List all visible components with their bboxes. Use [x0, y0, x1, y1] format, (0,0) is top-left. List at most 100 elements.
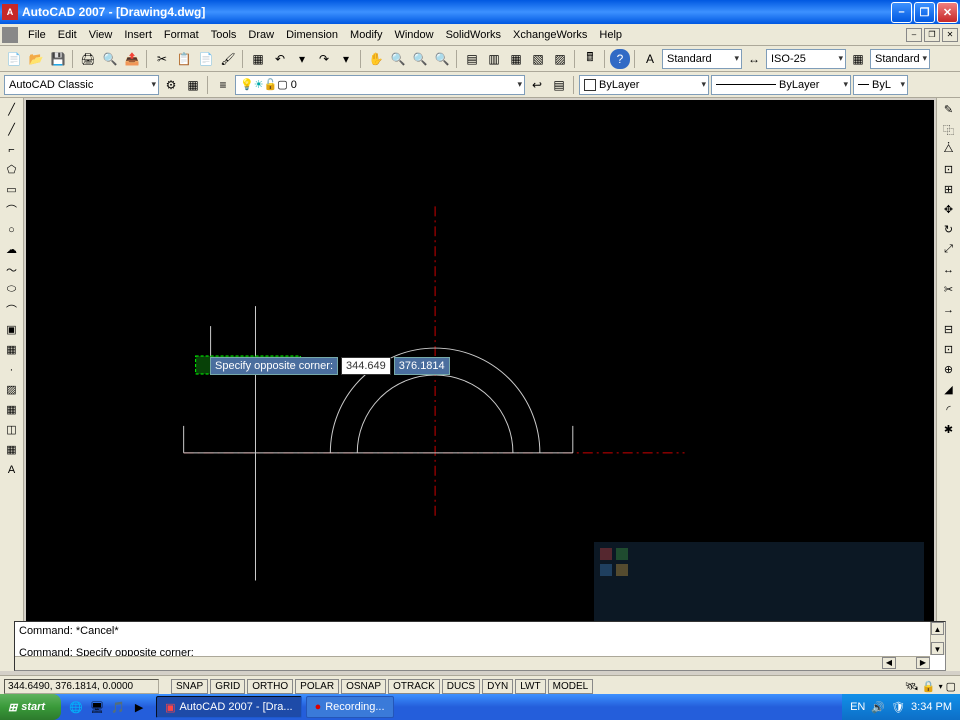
break-tool[interactable]: ⊡ — [939, 340, 959, 359]
mirror-tool[interactable]: ⧊ — [939, 140, 959, 159]
polar-toggle[interactable]: POLAR — [295, 679, 339, 694]
join-tool[interactable]: ⊕ — [939, 360, 959, 379]
cmd-hscroll-left[interactable]: ◀ — [882, 657, 896, 669]
menu-insert[interactable]: Insert — [118, 27, 158, 43]
undo-dropdown[interactable]: ▾ — [292, 49, 312, 69]
help-button[interactable]: ? — [610, 49, 630, 69]
dim-style-button[interactable]: ↔ — [744, 49, 764, 69]
quickcalc-button[interactable]: 🖩 — [580, 49, 600, 69]
cmd-scroll-down[interactable]: ▼ — [931, 642, 944, 655]
layer-previous-button[interactable]: ↩ — [527, 75, 547, 95]
move-tool[interactable]: ✥ — [939, 200, 959, 219]
menu-draw[interactable]: Draw — [242, 27, 280, 43]
pan-button[interactable]: ✋ — [366, 49, 386, 69]
table-style-dropdown[interactable]: Standard — [870, 49, 930, 69]
redo-button[interactable]: ↷ — [314, 49, 334, 69]
dim-style-dropdown[interactable]: ISO-25 — [766, 49, 846, 69]
command-window[interactable]: Command: *Cancel* Command: Specify oppos… — [14, 621, 946, 671]
revcloud-tool[interactable]: ☁ — [2, 240, 22, 259]
properties-button[interactable]: ▤ — [462, 49, 482, 69]
gradient-tool[interactable]: ▦ — [2, 400, 22, 419]
open-button[interactable]: 📂 — [26, 49, 46, 69]
scale-tool[interactable]: ⤢ — [939, 240, 959, 259]
menu-solidworks[interactable]: SolidWorks — [440, 27, 507, 43]
region-tool[interactable]: ◫ — [2, 420, 22, 439]
grid-toggle[interactable]: GRID — [210, 679, 245, 694]
matchprop-button[interactable]: 🖌 — [218, 49, 238, 69]
menu-tools[interactable]: Tools — [205, 27, 243, 43]
arc-tool[interactable]: ⌒ — [2, 200, 22, 219]
window-minimize-button[interactable]: – — [891, 2, 912, 23]
tray-volume-icon[interactable]: 🔊 — [871, 701, 885, 714]
block-editor-button[interactable]: ▦ — [248, 49, 268, 69]
ql-app-icon[interactable]: ▶ — [130, 698, 148, 716]
xline-tool[interactable]: ╱ — [2, 120, 22, 139]
zoom-previous-button[interactable]: 🔍 — [432, 49, 452, 69]
text-style-dropdown[interactable]: Standard — [662, 49, 742, 69]
window-restore-button[interactable]: ❐ — [914, 2, 935, 23]
tool-palettes-button[interactable]: ▦ — [506, 49, 526, 69]
menu-file[interactable]: File — [22, 27, 52, 43]
workspace-settings-button[interactable]: ⚙ — [161, 75, 181, 95]
point-tool[interactable]: · — [2, 360, 22, 379]
clean-screen-icon[interactable]: ▢ — [946, 680, 956, 693]
window-close-button[interactable]: ✕ — [937, 2, 958, 23]
table-tool[interactable]: ▦ — [2, 440, 22, 459]
my-workspace-button[interactable]: ▦ — [183, 75, 203, 95]
ducs-toggle[interactable]: DUCS — [442, 679, 480, 694]
menu-xchangeworks[interactable]: XchangeWorks — [507, 27, 593, 43]
explode-tool[interactable]: ✱ — [939, 420, 959, 439]
comm-center-icon[interactable]: 🛰 — [905, 680, 919, 693]
menu-view[interactable]: View — [83, 27, 119, 43]
lwt-toggle[interactable]: LWT — [515, 679, 545, 694]
copy-obj-tool[interactable]: ⿻ — [939, 120, 959, 139]
mdi-minimize-button[interactable]: – — [906, 28, 922, 42]
zoom-realtime-button[interactable]: 🔍 — [388, 49, 408, 69]
menu-modify[interactable]: Modify — [344, 27, 388, 43]
menu-window[interactable]: Window — [388, 27, 439, 43]
design-center-button[interactable]: ▥ — [484, 49, 504, 69]
tray-lang-indicator[interactable]: EN — [850, 701, 865, 713]
spline-tool[interactable]: ～ — [2, 260, 22, 279]
ortho-toggle[interactable]: ORTHO — [247, 679, 293, 694]
snap-toggle[interactable]: SNAP — [171, 679, 208, 694]
array-tool[interactable]: ⊞ — [939, 180, 959, 199]
mtext-tool[interactable]: A — [2, 460, 22, 479]
mdi-close-button[interactable]: ✕ — [942, 28, 958, 42]
fillet-tool[interactable]: ◜ — [939, 400, 959, 419]
publish-button[interactable]: 📤 — [122, 49, 142, 69]
lineweight-dropdown[interactable]: ByLayer — [711, 75, 851, 95]
tray-shield-icon[interactable]: 🛡 — [891, 701, 905, 714]
model-toggle[interactable]: MODEL — [548, 679, 594, 694]
taskbar-recording-button[interactable]: ●Recording... — [306, 696, 394, 718]
layer-states-button[interactable]: ▤ — [549, 75, 569, 95]
layer-dropdown[interactable]: 💡☀🔓▢ 0 — [235, 75, 525, 95]
workspace-dropdown[interactable]: AutoCAD Classic — [4, 75, 159, 95]
ellipse-arc-tool[interactable]: ⌒ — [2, 300, 22, 319]
tray-expand-icon[interactable]: ▾ — [939, 682, 943, 691]
taskbar-autocad-button[interactable]: ▣AutoCAD 2007 - [Dra... — [156, 696, 302, 718]
copy-button[interactable]: 📋 — [174, 49, 194, 69]
tray-clock[interactable]: 3:34 PM — [911, 701, 952, 713]
markup-button[interactable]: ▨ — [550, 49, 570, 69]
new-button[interactable]: 📄 — [4, 49, 24, 69]
table-style-button[interactable]: ▦ — [848, 49, 868, 69]
cmd-scroll-up[interactable]: ▲ — [931, 622, 944, 635]
extend-tool[interactable]: → — [939, 300, 959, 319]
osnap-toggle[interactable]: OSNAP — [341, 679, 386, 694]
sheet-set-button[interactable]: ▧ — [528, 49, 548, 69]
layer-properties-button[interactable]: ≡ — [213, 75, 233, 95]
offset-tool[interactable]: ⊡ — [939, 160, 959, 179]
menu-edit[interactable]: Edit — [52, 27, 83, 43]
redo-dropdown[interactable]: ▾ — [336, 49, 356, 69]
line-tool[interactable]: ╱ — [2, 100, 22, 119]
polyline-tool[interactable]: ⌐ — [2, 140, 22, 159]
color-dropdown[interactable]: ByLayer — [579, 75, 709, 95]
menu-dimension[interactable]: Dimension — [280, 27, 344, 43]
rotate-tool[interactable]: ↻ — [939, 220, 959, 239]
mdi-restore-button[interactable]: ❐ — [924, 28, 940, 42]
stretch-tool[interactable]: ↔ — [939, 260, 959, 279]
ellipse-tool[interactable]: ⬭ — [2, 280, 22, 299]
trim-tool[interactable]: ✂ — [939, 280, 959, 299]
dyn-toggle[interactable]: DYN — [482, 679, 513, 694]
